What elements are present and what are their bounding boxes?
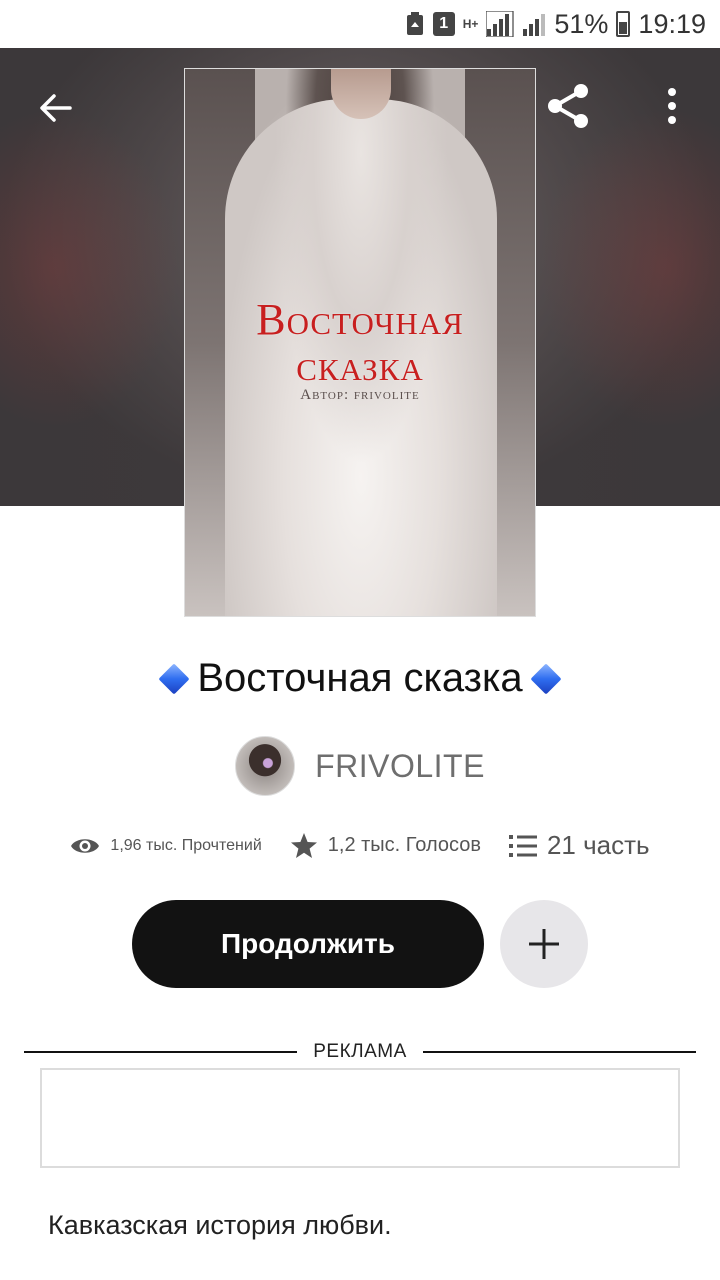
battery-icon <box>616 11 631 37</box>
reads-stat: 1,96 тыс. Прочтений <box>70 835 262 857</box>
hero-blur-left <box>0 108 180 428</box>
share-button[interactable] <box>540 78 596 134</box>
signal-icon <box>486 11 514 37</box>
cover-author: Автор: frivolite <box>300 387 420 403</box>
ad-container[interactable] <box>40 1068 680 1168</box>
votes-stat: 1,2 тыс. Голосов <box>290 832 481 860</box>
plus-icon <box>529 929 559 959</box>
author-row[interactable]: FRIVOLITE <box>0 736 720 796</box>
list-icon <box>508 834 537 857</box>
parts-count[interactable]: 21 часть <box>547 830 650 861</box>
story-stats: 1,96 тыс. Прочтений 1,2 тыс. Голосов 21 … <box>0 830 720 861</box>
back-button[interactable] <box>30 82 82 134</box>
avatar[interactable] <box>235 736 296 796</box>
storage-icon <box>405 11 425 37</box>
story-description: Кавказская история любви. <box>48 1210 392 1240</box>
parts-stat[interactable]: 21 часть <box>508 830 650 861</box>
book-cover[interactable]: Восточная сказка Автор: frivolite <box>184 68 536 617</box>
signal-icon-2 <box>522 11 546 37</box>
share-icon <box>548 84 588 128</box>
continue-reading-button[interactable]: Продолжить <box>132 900 484 988</box>
status-bar: 1 H+ 51% 19:19 <box>0 0 720 48</box>
battery-percent: 51% <box>554 8 609 39</box>
more-vertical-icon <box>668 88 676 124</box>
divider-line <box>422 1051 696 1053</box>
reads-count: 1,96 тыс. Прочтений <box>110 836 262 854</box>
sim-icon: 1 <box>432 12 455 36</box>
blue-diamond-icon <box>530 662 562 695</box>
star-icon <box>290 832 317 858</box>
clock: 19:19 <box>638 8 706 39</box>
author-name[interactable]: FRIVOLITE <box>315 748 485 785</box>
add-to-library-button[interactable] <box>500 900 588 988</box>
ad-label: РЕКЛАМА <box>313 1041 407 1062</box>
hero-blur-right <box>540 108 720 428</box>
network-type-icon: H+ <box>462 16 479 31</box>
story-title: Восточная сказка <box>0 656 720 701</box>
more-options-button[interactable] <box>650 78 694 134</box>
ad-divider: РЕКЛАМА <box>24 1040 696 1064</box>
blue-diamond-icon <box>158 662 190 695</box>
arrow-left-icon <box>40 94 72 122</box>
cover-title: Восточная сказка <box>256 295 464 390</box>
divider-line <box>24 1051 298 1053</box>
votes-count: 1,2 тыс. Голосов <box>327 834 481 856</box>
eye-icon <box>71 838 100 853</box>
story-title-text: Восточная сказка <box>197 656 523 700</box>
